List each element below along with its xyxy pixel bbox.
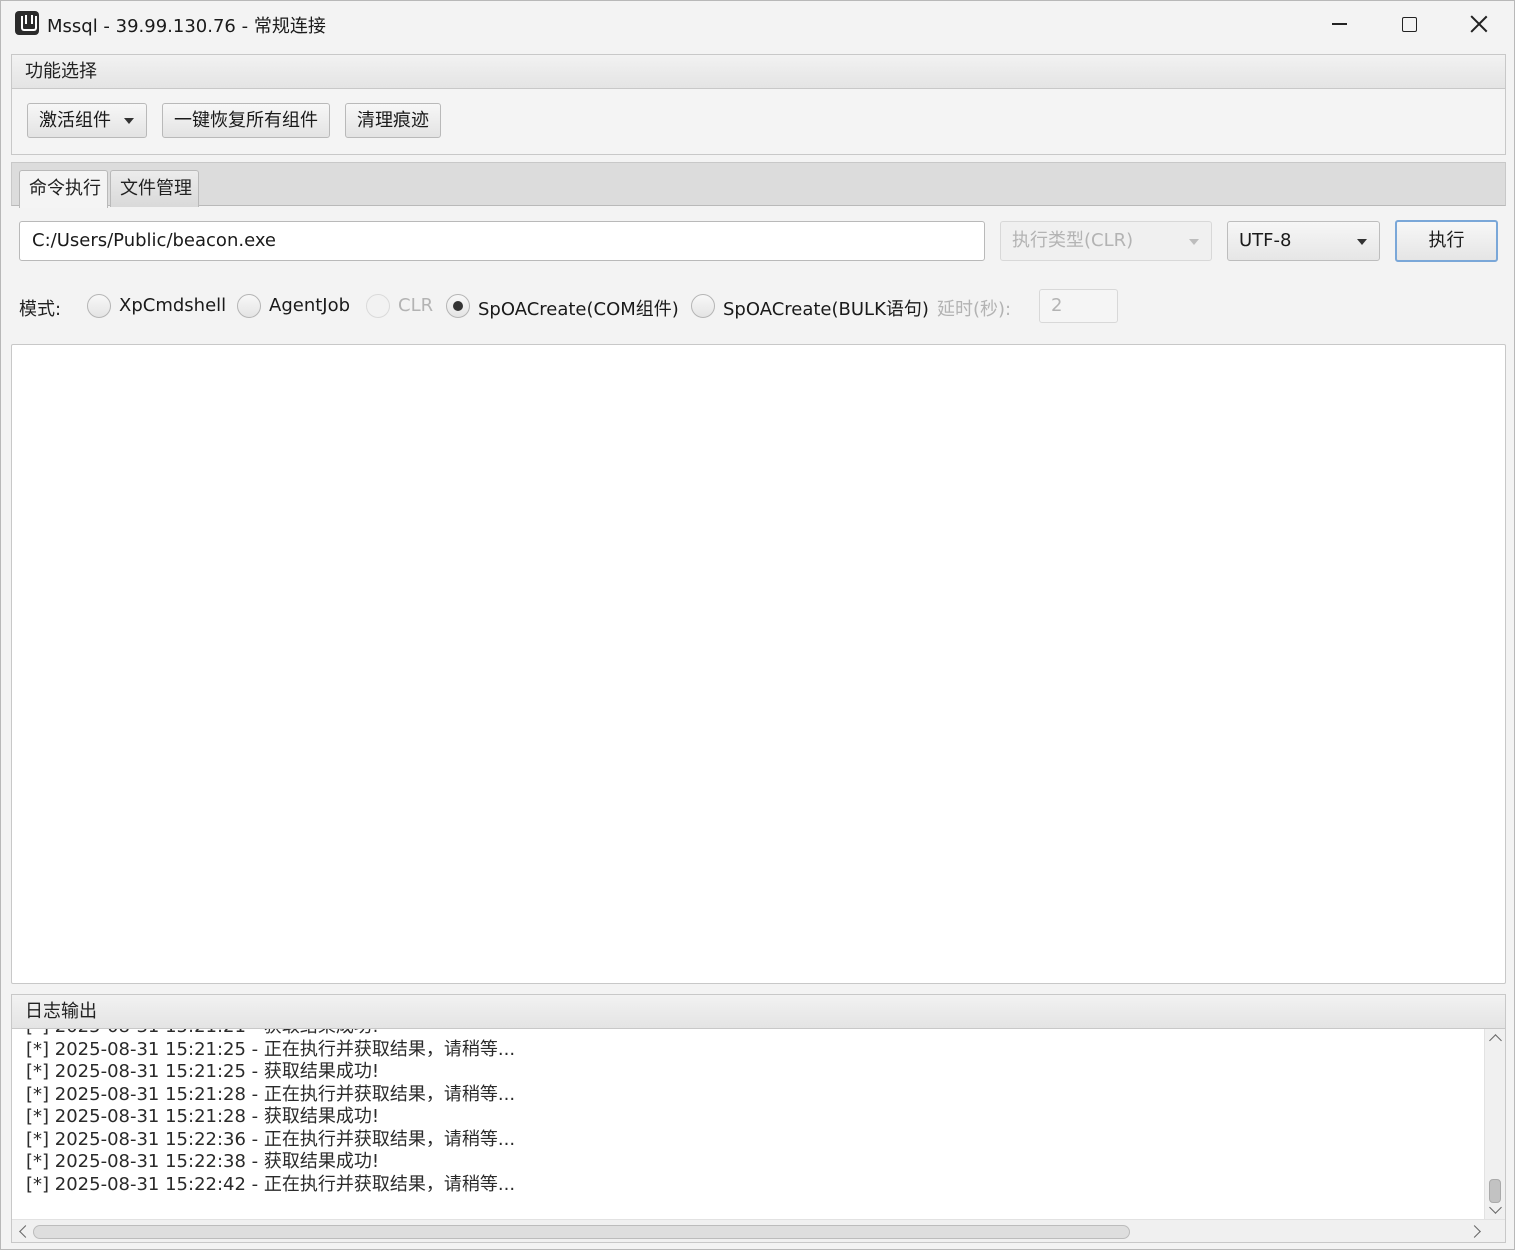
tab-command-exec[interactable]: 命令执行 (19, 170, 108, 208)
app-window: Mssql - 39.99.130.76 - 常规连接 功能选择 激活组件 一键… (0, 0, 1515, 1250)
exec-type-select[interactable]: 执行类型(CLR) (1000, 221, 1212, 261)
command-output-area[interactable] (11, 344, 1506, 984)
radio-clr-label: CLR (398, 295, 434, 316)
command-input[interactable]: C:/Users/Public/beacon.exe (19, 221, 985, 261)
scroll-up-icon[interactable] (1489, 1034, 1502, 1047)
log-line: [*] 2025-08-31 15:21:28 - 正在执行并获取结果，请稍等.… (26, 1083, 516, 1105)
log-panel: 日志输出 [*] 2025-08-31 15:21:21 - 获取结果成功! [… (11, 994, 1506, 1243)
close-button[interactable] (1444, 1, 1514, 47)
radio-xpcmdshell[interactable] (87, 294, 111, 318)
exec-type-value: 执行类型(CLR) (1012, 230, 1134, 251)
maximize-button[interactable] (1374, 1, 1444, 47)
delay-input: 2 (1039, 289, 1118, 323)
feature-panel-title: 功能选择 (12, 55, 1505, 89)
radio-spoacreate-com[interactable] (446, 294, 470, 318)
title-bar[interactable]: Mssql - 39.99.130.76 - 常规连接 (1, 1, 1514, 47)
log-horizontal-scrollbar[interactable] (12, 1219, 1505, 1242)
radio-spoacreate-bulk-label[interactable]: SpOACreate(BULK语句) (723, 295, 929, 321)
encoding-value: UTF-8 (1239, 230, 1292, 251)
radio-xpcmdshell-label[interactable]: XpCmdshell (119, 295, 226, 316)
scroll-thumb[interactable] (1489, 1179, 1501, 1203)
log-lines: [*] 2025-08-31 15:21:21 - 获取结果成功! [*] 20… (26, 1029, 515, 1196)
radio-agentjob[interactable] (237, 294, 261, 318)
delay-label: 延时(秒): (937, 299, 1012, 320)
log-vertical-scrollbar[interactable] (1484, 1029, 1505, 1219)
chevron-down-icon (1357, 239, 1367, 245)
log-line: [*] 2025-08-31 15:21:25 - 正在执行并获取结果，请稍等.… (26, 1038, 516, 1060)
maximize-icon (1401, 16, 1417, 32)
scroll-down-icon[interactable] (1489, 1201, 1502, 1214)
minimize-icon (1331, 23, 1347, 25)
clean-traces-button[interactable]: 清理痕迹 (345, 103, 441, 138)
restore-all-components-button[interactable]: 一键恢复所有组件 (162, 103, 330, 138)
log-line: [*] 2025-08-31 15:22:36 - 正在执行并获取结果，请稍等.… (26, 1128, 516, 1150)
activate-component-label: 激活组件 (39, 110, 111, 131)
minimize-button[interactable] (1304, 1, 1374, 47)
execute-button[interactable]: 执行 (1395, 220, 1498, 262)
scroll-thumb[interactable] (33, 1225, 1130, 1239)
radio-agentjob-label[interactable]: AgentJob (269, 295, 350, 316)
encoding-select[interactable]: UTF-8 (1227, 221, 1380, 261)
scroll-right-icon[interactable] (1468, 1225, 1481, 1238)
log-line: [*] 2025-08-31 15:21:25 - 获取结果成功! (26, 1061, 380, 1082)
log-line: [*] 2025-08-31 15:21:28 - 获取结果成功! (26, 1106, 380, 1127)
app-logo-icon (15, 11, 39, 35)
log-line: [*] 2025-08-31 15:22:42 - 正在执行并获取结果，请稍等.… (26, 1173, 516, 1195)
feature-panel: 功能选择 激活组件 一键恢复所有组件 清理痕迹 (11, 54, 1506, 155)
radio-spoacreate-bulk[interactable] (691, 294, 715, 318)
log-line: [*] 2025-08-31 15:21:21 - 获取结果成功! (26, 1029, 515, 1039)
mode-label: 模式: (19, 299, 62, 320)
tab-bar: 命令执行 文件管理 (11, 162, 1506, 208)
log-line: [*] 2025-08-31 15:22:38 - 获取结果成功! (26, 1151, 380, 1172)
activate-component-dropdown[interactable]: 激活组件 (27, 103, 147, 138)
close-icon (1470, 15, 1488, 33)
chevron-down-icon (1189, 239, 1199, 245)
log-panel-title: 日志输出 (12, 995, 1505, 1029)
tab-file-management[interactable]: 文件管理 (110, 170, 199, 207)
scroll-left-icon[interactable] (19, 1225, 32, 1238)
chevron-down-icon (124, 118, 134, 124)
log-output[interactable]: [*] 2025-08-31 15:21:21 - 获取结果成功! [*] 20… (12, 1029, 1485, 1219)
window-title: Mssql - 39.99.130.76 - 常规连接 (47, 16, 326, 37)
radio-spoacreate-com-label[interactable]: SpOACreate(COM组件) (478, 295, 679, 321)
radio-clr (366, 294, 390, 318)
